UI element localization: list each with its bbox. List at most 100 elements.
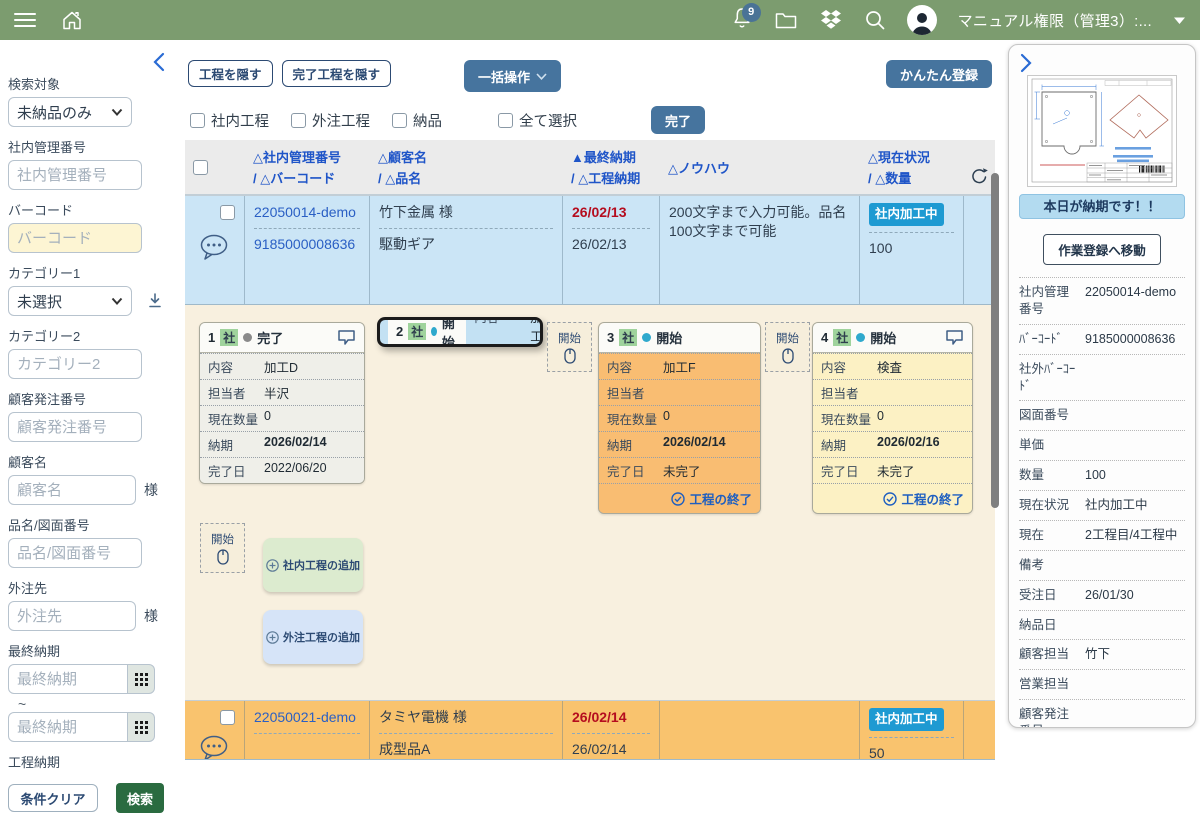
sort-knowhow[interactable]: △ノウハウ	[660, 140, 860, 194]
barcode-input[interactable]	[8, 223, 142, 253]
detail-row: 図面番号	[1019, 401, 1185, 431]
internal-no-input[interactable]	[8, 160, 142, 190]
sama-suffix: 様	[144, 480, 158, 500]
dropbox-icon[interactable]	[819, 9, 843, 31]
add-internal-process-button[interactable]: 社内工程の追加	[263, 538, 363, 592]
vertical-scrollbar[interactable]	[991, 173, 999, 508]
detail-row: 社外ﾊﾞｰｺｰﾄﾞ	[1019, 355, 1185, 402]
customer-order-no-input[interactable]	[8, 412, 142, 442]
move-to-work-register-button[interactable]: 作業登録へ移動	[1043, 234, 1161, 265]
user-role-label[interactable]: マニュアル権限（管理3）:...	[958, 10, 1152, 31]
plus-circle-icon	[266, 559, 279, 572]
checkbox[interactable]	[392, 113, 407, 128]
sort-status[interactable]: △現在状況 / △数量	[860, 140, 964, 194]
comment-icon[interactable]	[337, 329, 356, 346]
row-checkbox[interactable]	[220, 710, 235, 725]
menu-icon[interactable]	[14, 13, 36, 27]
select-all-header[interactable]	[185, 140, 245, 194]
search-target-select[interactable]: 未納品のみ	[8, 97, 132, 127]
process-card-3[interactable]: 3 社 開始 内容加工F 担当者 現在数量0 納期2026/02/14 完了日未…	[598, 322, 761, 514]
process-card-1[interactable]: 1 社 完了 内容加工D 担当者半沢 現在数量0 納期2026/02/14 完了…	[199, 322, 365, 484]
calendar-button[interactable]	[128, 712, 155, 742]
comment-icon[interactable]	[198, 232, 230, 262]
easy-register-button[interactable]: かんたん登録	[886, 60, 992, 88]
category1-label: カテゴリー1	[8, 263, 172, 282]
end-process-link[interactable]: 工程の終了	[599, 483, 760, 513]
mouse-icon	[217, 549, 229, 565]
detail-row: 受注日26/01/30	[1019, 581, 1185, 611]
checkbox[interactable]	[190, 113, 205, 128]
blueprint-thumbnail[interactable]	[1027, 75, 1177, 187]
quantity: 100	[869, 240, 892, 256]
insert-process-dropzone[interactable]: 開始	[765, 322, 810, 372]
product-no-input[interactable]	[8, 538, 142, 568]
checkbox[interactable]	[193, 160, 208, 175]
load-category-icon[interactable]	[148, 293, 162, 309]
category2-input[interactable]	[8, 349, 142, 379]
collapse-right-icon[interactable]	[1019, 53, 1033, 73]
status-dot-done	[243, 333, 252, 342]
orders-table: △社内管理番号 / △バーコード △顧客名 / △品名 ▲最終納期 / △工程納…	[185, 140, 995, 760]
order-row[interactable]: 22050014-demo 9185000008636 竹下金属 様 駆動ギア …	[185, 196, 995, 305]
hide-process-button[interactable]: 工程を隠す	[188, 60, 273, 87]
final-due-to-input[interactable]	[8, 712, 128, 742]
filter-select-all[interactable]: 全て選択	[498, 110, 577, 131]
internal-no-link[interactable]: 22050014-demo	[254, 204, 356, 220]
bulk-action-button[interactable]: 一括操作	[464, 60, 561, 92]
chevron-down-icon[interactable]	[1173, 16, 1186, 25]
sort-due-date[interactable]: ▲最終納期 / △工程納期	[563, 140, 660, 194]
notification-badge: 9	[742, 3, 761, 22]
comment-icon[interactable]	[945, 329, 964, 346]
add-external-process-button[interactable]: 外注工程の追加	[263, 610, 363, 664]
comment-icon[interactable]	[198, 733, 230, 760]
row-checkbox[interactable]	[220, 205, 235, 220]
detail-row: 備考	[1019, 551, 1185, 581]
folder-icon[interactable]	[774, 9, 798, 31]
barcode-label: バーコード	[8, 200, 172, 219]
end-process-link[interactable]: 工程の終了	[813, 483, 972, 513]
search-icon[interactable]	[864, 9, 886, 31]
order-row[interactable]: 22050021-demo タミヤ電機 様 成型品A 26/02/14 26/0…	[185, 701, 995, 760]
insert-process-dropzone[interactable]: 開始	[200, 523, 245, 573]
category2-label: カテゴリー2	[8, 326, 172, 345]
detail-row: 顧客担当竹下	[1019, 640, 1185, 670]
sort-internal-no[interactable]: △社内管理番号 / △バーコード	[245, 140, 370, 194]
filter-internal-process[interactable]: 社内工程	[190, 110, 269, 131]
search-button[interactable]: 検索	[116, 783, 164, 813]
internal-no-link[interactable]: 22050021-demo	[254, 709, 356, 725]
checkbox[interactable]	[291, 113, 306, 128]
process-card-2-selected[interactable]: 2 社 開始 内容加工E 担当者黒崎 現在数量0 納期2026/02/13 完了…	[377, 317, 543, 347]
insert-process-dropzone[interactable]: 開始	[547, 322, 592, 372]
customer-name-input[interactable]	[8, 475, 136, 505]
process-due-date: 26/02/14	[572, 741, 627, 757]
detail-row: 納品日	[1019, 611, 1185, 641]
clear-conditions-button[interactable]: 条件クリア	[8, 784, 98, 812]
notifications-button[interactable]: 9	[731, 6, 753, 35]
process-card-4[interactable]: 4 社 開始 内容検査 担当者 現在数量0 納期2026/02/16 完了日未完…	[812, 322, 973, 514]
avatar[interactable]	[907, 5, 937, 35]
outsourcer-input[interactable]	[8, 601, 136, 631]
search-sidebar: 検索対象 未納品のみ 社内管理番号 バーコード カテゴリー1 未選択 カテゴリー…	[0, 40, 180, 760]
hide-done-process-button[interactable]: 完了工程を隠す	[282, 60, 392, 87]
status-dot-start	[856, 333, 865, 342]
table-header: △社内管理番号 / △バーコード △顧客名 / △品名 ▲最終納期 / △工程納…	[185, 140, 995, 196]
mouse-icon	[564, 348, 576, 364]
internal-tag: 社	[619, 329, 637, 346]
process-canvas: 1 社 完了 内容加工D 担当者半沢 現在数量0 納期2026/02/14 完了…	[185, 305, 995, 701]
detail-row: 数量100	[1019, 461, 1185, 491]
home-icon[interactable]	[60, 8, 84, 32]
category1-select[interactable]: 未選択	[8, 286, 132, 316]
collapse-left-icon[interactable]	[152, 52, 166, 72]
knowhow-cell	[660, 701, 860, 759]
checkbox[interactable]	[498, 113, 513, 128]
filter-outsourced-process[interactable]: 外注工程	[291, 110, 370, 131]
calendar-button[interactable]	[128, 664, 155, 694]
sort-customer[interactable]: △顧客名 / △品名	[370, 140, 563, 194]
product-name: 成型品A	[379, 741, 430, 757]
done-button[interactable]: 完了	[651, 106, 705, 134]
final-due-from-input[interactable]	[8, 664, 128, 694]
refresh-icon[interactable]	[970, 167, 989, 186]
barcode-link[interactable]: 9185000008636	[254, 236, 355, 252]
filter-delivery[interactable]: 納品	[392, 110, 442, 131]
detail-row: 社内管理番号22050014-demo	[1019, 278, 1185, 325]
